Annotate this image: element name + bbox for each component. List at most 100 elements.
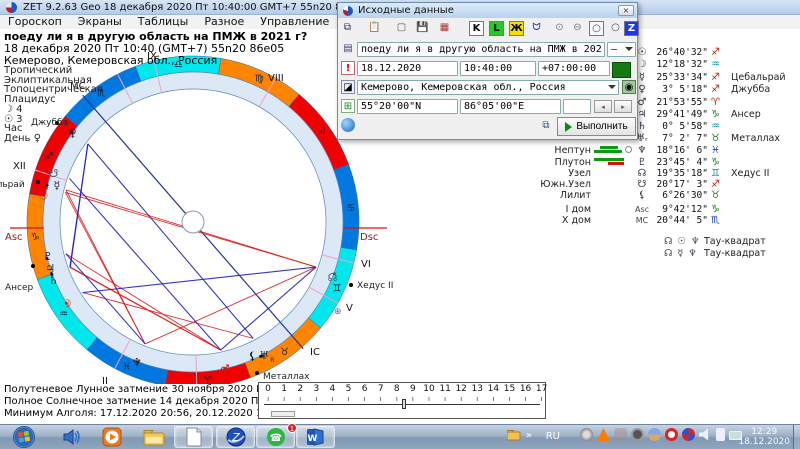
- saturn-glyph-icon[interactable]: ♄: [49, 274, 59, 287]
- menu-item-разное[interactable]: Разное: [196, 15, 252, 29]
- latitude-input[interactable]: 55°20'00"N: [357, 99, 458, 114]
- house-label-XII: XII: [13, 161, 26, 172]
- configuration-row: ☊ ☉ ♆ Тау-квадрат: [664, 236, 766, 247]
- timezone-input[interactable]: +07:00:00: [538, 61, 610, 76]
- paste-icon[interactable]: 📋: [367, 21, 382, 36]
- datetime-icon: !: [341, 61, 355, 75]
- source-data-dialog[interactable]: Исходные данные × ⧉ 📋 ▢ 💾 ▦ K L Ж ᗢ ⊙ ⊖ ○ ○ Z ▤ поеду…: [337, 2, 639, 140]
- butterfly-icon[interactable]: ᗢ: [529, 21, 544, 36]
- event-question: поеду ли я в другую область на ПМЖ в 202…: [4, 30, 308, 43]
- tray-overflow[interactable]: »: [506, 430, 532, 441]
- new-file-icon[interactable]: ▢: [394, 21, 409, 36]
- taskbar[interactable]: Z ☎ 1 W » RU 12:29 18.12.2020: [0, 423, 800, 449]
- globe-icon[interactable]: [341, 118, 355, 132]
- execute-button[interactable]: Выполнить: [557, 117, 636, 136]
- atlas-button[interactable]: ◉: [622, 80, 636, 94]
- spinner-left[interactable]: ◂: [594, 100, 612, 113]
- language-indicator[interactable]: RU: [546, 431, 560, 442]
- zodiac-sign-icon: ♐: [711, 71, 720, 83]
- star-label: Хедус II: [357, 281, 393, 291]
- chevron-icon[interactable]: »: [526, 430, 532, 441]
- mars-glyph-icon[interactable]: ♂: [220, 363, 230, 376]
- planet-longitude: 9°42'12": [656, 203, 708, 215]
- menu-item-экраны[interactable]: Экраны: [70, 15, 130, 29]
- tray-speaker-icon[interactable]: [699, 428, 709, 441]
- sun-toggle-icon[interactable]: ⊙: [552, 21, 567, 36]
- letter-zh-button[interactable]: Ж: [509, 21, 524, 36]
- start-button[interactable]: [4, 426, 43, 448]
- time-input[interactable]: 10:40:00: [460, 61, 536, 76]
- tray-sphere-icon[interactable]: [648, 428, 661, 441]
- tray-opera-icon[interactable]: [665, 428, 678, 441]
- mini-scrollbar[interactable]: [271, 411, 295, 417]
- longitude-input[interactable]: 86°05'00"E: [460, 99, 561, 114]
- sun-glyph-icon[interactable]: ☉: [38, 190, 48, 203]
- scale-tick: ı: [363, 395, 366, 403]
- place-select[interactable]: Кемерово, Кемеровская обл., Россия: [357, 80, 619, 95]
- tray-pinwheel-icon[interactable]: [682, 428, 695, 441]
- moon-glyph-icon[interactable]: ☽: [62, 297, 72, 310]
- letter-k-button[interactable]: K: [469, 21, 484, 36]
- letter-z-button[interactable]: Z: [624, 21, 639, 36]
- snode-glyph-icon[interactable]: ☋: [49, 167, 59, 180]
- save-icon[interactable]: 💾: [415, 21, 430, 36]
- zodiac-glyph-♉: ♉: [280, 347, 289, 358]
- table-icon[interactable]: ▦: [437, 21, 452, 36]
- event-name-icon: ▤: [343, 43, 353, 54]
- tray-plug-icon[interactable]: [716, 428, 725, 441]
- dialog-icon: [343, 5, 353, 16]
- dialog-title-bar[interactable]: Исходные данные ×: [338, 3, 637, 18]
- tray-shield-icon[interactable]: [614, 428, 627, 441]
- system-tray[interactable]: [580, 428, 742, 441]
- taskbar-button-zet-app[interactable]: Z: [216, 426, 255, 448]
- copy-icon[interactable]: ⧉: [340, 21, 355, 36]
- tray-avast-icon[interactable]: [597, 428, 610, 441]
- planet-longitude: 25°33'34": [656, 71, 708, 83]
- pluto-glyph-icon[interactable]: ♇: [43, 250, 53, 263]
- taskbar-button-whatsapp[interactable]: ☎ 1: [256, 423, 297, 448]
- taskbar-clock[interactable]: 12:29 18.12.2020: [738, 427, 790, 447]
- copy-data-button[interactable]: ⧉: [539, 119, 553, 133]
- event-name-input[interactable]: поеду ли я в другую область на ПМЖ в 202: [357, 42, 605, 57]
- spinner-right[interactable]: ▸: [614, 100, 632, 113]
- menu-item-управление[interactable]: Управление: [252, 15, 337, 29]
- zodiac-sign-icon: ♒: [711, 58, 720, 70]
- strength-bars: [594, 189, 634, 201]
- scale-number: 1: [281, 384, 287, 394]
- taskbar-button-document[interactable]: [174, 426, 213, 448]
- letter-l-button[interactable]: L: [489, 21, 504, 36]
- show-desktop-button[interactable]: [793, 425, 800, 449]
- altitude-input[interactable]: [563, 99, 591, 114]
- node-glyph-icon[interactable]: ☊: [328, 271, 338, 284]
- lilith-glyph-icon[interactable]: ⚸: [248, 349, 256, 362]
- zone-status-swatch[interactable]: [612, 62, 631, 78]
- strength-bars: [594, 144, 634, 156]
- time-scale-slider[interactable]: 0 1 2 3 4 5 6 7 8 9 10 11 12 13 14 15 16 17 ııııııııııııı…: [258, 382, 547, 419]
- menu-item-таблицы[interactable]: Таблицы: [130, 15, 197, 29]
- date-input[interactable]: 18.12.2020: [357, 61, 458, 76]
- dialog-toolbar[interactable]: ⧉ 📋 ▢ 💾 ▦ K L Ж ᗢ ⊙ ⊖ ○ ○ Z: [338, 20, 639, 38]
- taskbar-button-word[interactable]: W: [296, 426, 335, 448]
- planet-row-lilith: Лилит ⚸ 6°26'30" ♉: [534, 189, 800, 201]
- neptune-glyph-icon[interactable]: ♆: [132, 356, 142, 369]
- configuration-glyphs: ☊ ☉ ♆: [664, 236, 701, 247]
- slider-handle[interactable]: [402, 399, 406, 409]
- taskbar-button-media-player[interactable]: [92, 426, 131, 448]
- mercury-glyph-icon[interactable]: ☿: [54, 179, 61, 192]
- tray-disc-icon[interactable]: [631, 428, 644, 441]
- taskbar-button-volume[interactable]: [52, 426, 91, 448]
- scale-tick: ı: [508, 395, 511, 403]
- scale-number: 15: [503, 384, 516, 394]
- taskbar-button-explorer[interactable]: [134, 426, 173, 448]
- scale-tick: ı: [428, 395, 430, 403]
- zodiac-sign-icon: ♊: [711, 167, 720, 179]
- radio-icon[interactable]: ○: [608, 21, 623, 36]
- event-type-select[interactable]: —: [607, 42, 636, 57]
- close-icon[interactable]: ×: [618, 5, 634, 16]
- strike-toggle-icon[interactable]: ⊖: [570, 21, 585, 36]
- tray-swirl-icon[interactable]: [580, 428, 593, 441]
- fixed-star-name: Цебальрай: [731, 71, 786, 83]
- radio-selected-icon[interactable]: ○: [589, 21, 604, 36]
- menu-item-гороскоп[interactable]: Гороскоп: [0, 15, 70, 29]
- house-label-VIII: VIII: [268, 73, 284, 84]
